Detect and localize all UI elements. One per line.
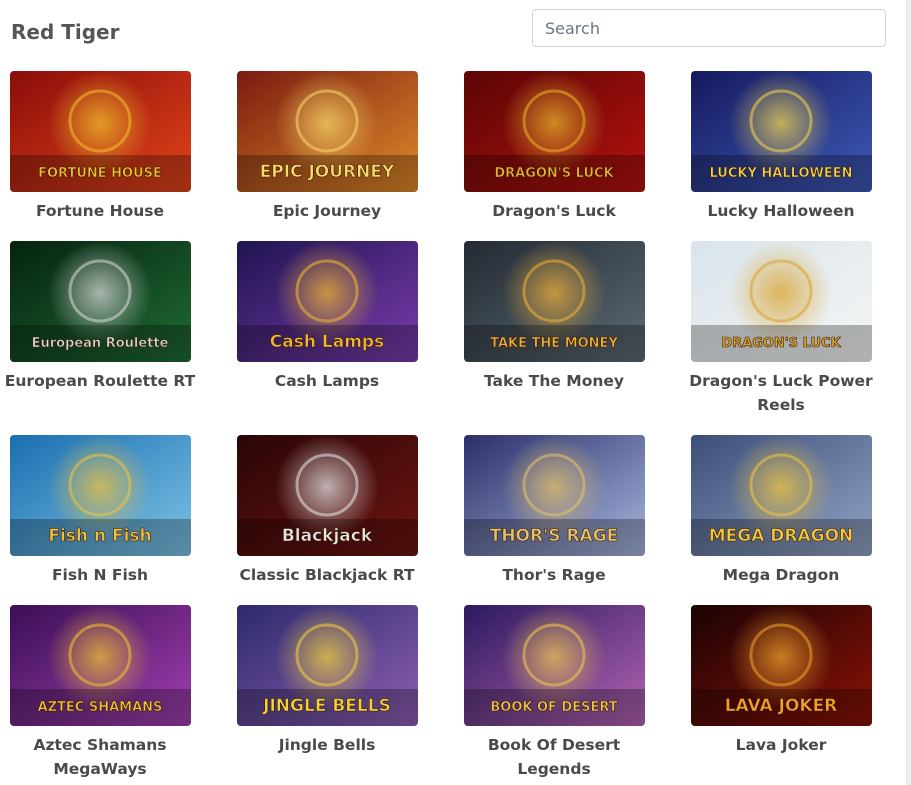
- game-thumbnail[interactable]: LAVA JOKER: [691, 605, 872, 726]
- game-title[interactable]: Lava Joker: [681, 733, 881, 757]
- game-logo-text: MEGA DRAGON: [709, 526, 854, 546]
- game-card[interactable]: DRAGON'S LUCK Dragon's Luck Power Reels: [681, 241, 908, 435]
- game-logo-text: THOR'S RAGE: [490, 526, 619, 546]
- game-card[interactable]: Blackjack Classic Blackjack RT: [227, 435, 454, 605]
- game-grid: FORTUNE HOUSE Fortune House EPIC JOURNEY Ep…: [0, 71, 900, 778]
- game-thumbnail[interactable]: DRAGON'S LUCK: [691, 241, 872, 362]
- game-thumbnail[interactable]: FORTUNE HOUSE: [10, 71, 191, 192]
- game-title[interactable]: Jingle Bells: [227, 733, 427, 757]
- game-thumbnail[interactable]: BOOK OF DESERT: [464, 605, 645, 726]
- header: Red Tiger: [0, 0, 900, 60]
- game-card[interactable]: DRAGON'S LUCK Dragon's Luck: [454, 71, 681, 241]
- game-artwork: BOOK OF DESERT: [464, 605, 645, 726]
- game-title[interactable]: Dragon's Luck: [454, 199, 654, 223]
- game-artwork: European Roulette: [10, 241, 191, 362]
- game-logo-text: BOOK OF DESERT: [490, 700, 617, 715]
- game-thumbnail[interactable]: EPIC JOURNEY: [237, 71, 418, 192]
- game-logo-text: Cash Lamps: [270, 332, 384, 352]
- game-card[interactable]: Cash Lamps Cash Lamps: [227, 241, 454, 435]
- game-artwork: DRAGON'S LUCK: [464, 71, 645, 192]
- game-title[interactable]: Lucky Halloween: [681, 199, 881, 223]
- game-thumbnail[interactable]: Fish n Fish: [10, 435, 191, 556]
- game-artwork: LAVA JOKER: [691, 605, 872, 726]
- game-logo-text: TAKE THE MONEY: [490, 336, 618, 351]
- game-thumbnail[interactable]: European Roulette: [10, 241, 191, 362]
- game-card[interactable]: MEGA DRAGON Mega Dragon: [681, 435, 908, 605]
- game-card[interactable]: EPIC JOURNEY Epic Journey: [227, 71, 454, 241]
- game-logo-text: DRAGON'S LUCK: [494, 166, 614, 181]
- page-title: Red Tiger: [11, 20, 120, 44]
- game-artwork: TAKE THE MONEY: [464, 241, 645, 362]
- game-card[interactable]: TAKE THE MONEY Take The Money: [454, 241, 681, 435]
- game-thumbnail[interactable]: LUCKY HALLOWEEN: [691, 71, 872, 192]
- game-artwork: LUCKY HALLOWEEN: [691, 71, 872, 192]
- game-logo-text: Fish n Fish: [48, 526, 151, 546]
- game-artwork: AZTEC SHAMANS: [10, 605, 191, 726]
- game-title[interactable]: Book Of Desert Legends: [454, 733, 654, 781]
- game-title[interactable]: European Roulette RT: [0, 369, 200, 393]
- search-box[interactable]: [532, 9, 886, 47]
- game-artwork: Blackjack: [237, 435, 418, 556]
- game-card[interactable]: THOR'S RAGE Thor's Rage: [454, 435, 681, 605]
- game-logo-text: European Roulette: [32, 336, 169, 351]
- game-title[interactable]: Take The Money: [454, 369, 654, 393]
- game-title[interactable]: Fortune House: [0, 199, 200, 223]
- game-artwork: EPIC JOURNEY: [237, 71, 418, 192]
- game-card[interactable]: BOOK OF DESERT Book Of Desert Legends: [454, 605, 681, 778]
- game-thumbnail[interactable]: Blackjack: [237, 435, 418, 556]
- game-logo-text: AZTEC SHAMANS: [38, 700, 163, 715]
- game-logo-text: Blackjack: [282, 526, 373, 546]
- game-card[interactable]: Fish n Fish Fish N Fish: [0, 435, 227, 605]
- game-title[interactable]: Mega Dragon: [681, 563, 881, 587]
- game-title[interactable]: Epic Journey: [227, 199, 427, 223]
- search-input[interactable]: [533, 10, 885, 46]
- game-title[interactable]: Fish N Fish: [0, 563, 200, 587]
- game-title[interactable]: Cash Lamps: [227, 369, 427, 393]
- game-card[interactable]: FORTUNE HOUSE Fortune House: [0, 71, 227, 241]
- game-artwork: DRAGON'S LUCK: [691, 241, 872, 362]
- game-logo-text: EPIC JOURNEY: [260, 162, 395, 182]
- game-thumbnail[interactable]: THOR'S RAGE: [464, 435, 645, 556]
- game-thumbnail[interactable]: DRAGON'S LUCK: [464, 71, 645, 192]
- game-artwork: FORTUNE HOUSE: [10, 71, 191, 192]
- game-logo-text: LAVA JOKER: [725, 696, 838, 716]
- game-thumbnail[interactable]: Cash Lamps: [237, 241, 418, 362]
- game-artwork: MEGA DRAGON: [691, 435, 872, 556]
- game-logo-text: FORTUNE HOUSE: [38, 166, 162, 181]
- game-thumbnail[interactable]: TAKE THE MONEY: [464, 241, 645, 362]
- game-card[interactable]: AZTEC SHAMANS Aztec Shamans MegaWays: [0, 605, 227, 778]
- game-thumbnail[interactable]: AZTEC SHAMANS: [10, 605, 191, 726]
- game-thumbnail[interactable]: MEGA DRAGON: [691, 435, 872, 556]
- game-artwork: THOR'S RAGE: [464, 435, 645, 556]
- game-card[interactable]: European Roulette European Roulette RT: [0, 241, 227, 435]
- game-logo-text: JINGLE BELLS: [262, 696, 391, 716]
- game-card[interactable]: LAVA JOKER Lava Joker: [681, 605, 908, 775]
- game-title[interactable]: Thor's Rage: [454, 563, 654, 587]
- game-title[interactable]: Aztec Shamans MegaWays: [0, 733, 200, 781]
- game-artwork: Cash Lamps: [237, 241, 418, 362]
- game-artwork: JINGLE BELLS: [237, 605, 418, 726]
- game-logo-text: LUCKY HALLOWEEN: [709, 166, 852, 181]
- game-card[interactable]: JINGLE BELLS Jingle Bells: [227, 605, 454, 775]
- game-logo-text: DRAGON'S LUCK: [721, 336, 841, 351]
- game-thumbnail[interactable]: JINGLE BELLS: [237, 605, 418, 726]
- game-title[interactable]: Dragon's Luck Power Reels: [681, 369, 881, 417]
- game-card[interactable]: LUCKY HALLOWEEN Lucky Halloween: [681, 71, 908, 241]
- game-title[interactable]: Classic Blackjack RT: [227, 563, 427, 587]
- game-artwork: Fish n Fish: [10, 435, 191, 556]
